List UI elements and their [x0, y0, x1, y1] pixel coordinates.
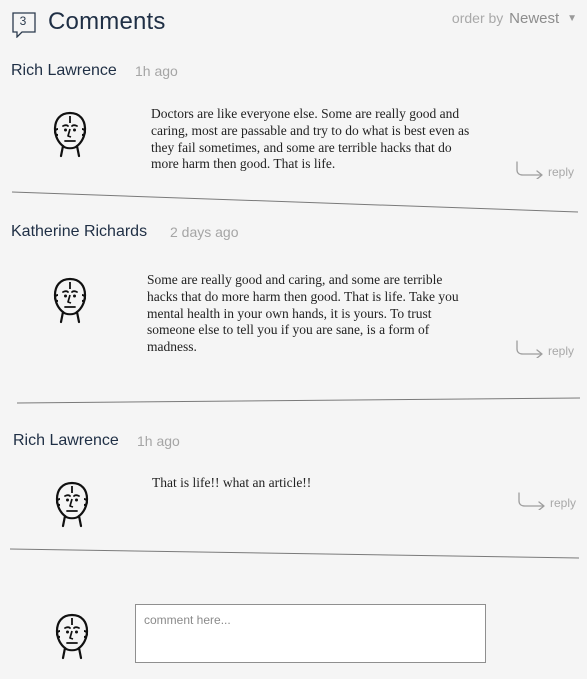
comment-time: 1h ago	[137, 433, 180, 449]
face-avatar-icon	[52, 480, 92, 528]
order-by-value[interactable]: Newest	[509, 10, 559, 27]
reply-arrow-icon	[517, 492, 547, 510]
comment-author[interactable]: Katherine Richards	[11, 223, 147, 241]
reply-arrow-icon	[515, 161, 545, 179]
comments-header: 3 Comments order by Newest ▼	[0, 0, 587, 44]
comment-input[interactable]	[135, 604, 486, 663]
page-title: Comments	[48, 8, 166, 35]
face-avatar-icon	[52, 612, 92, 660]
face-avatar-icon	[50, 110, 90, 158]
face-avatar-icon	[50, 276, 90, 324]
chevron-down-icon[interactable]: ▼	[567, 13, 577, 24]
reply-arrow-icon	[515, 340, 545, 358]
reply-label: reply	[548, 344, 575, 358]
comment-time: 1h ago	[135, 63, 178, 79]
comment-text: Doctors are like everyone else. Some are…	[151, 106, 470, 172]
sort-order-dropdown[interactable]: order by Newest ▼	[452, 10, 577, 27]
comment-author[interactable]: Rich Lawrence	[13, 432, 119, 450]
comment-text: Some are really good and caring, and som…	[147, 272, 459, 355]
reply-label: reply	[548, 165, 575, 179]
reply-label: reply	[550, 496, 577, 510]
comment-time: 2 days ago	[170, 224, 239, 240]
comment-author[interactable]: Rich Lawrence	[11, 62, 117, 80]
reply-button[interactable]: reply	[517, 492, 576, 510]
comment-text: That is life!! what an article!!	[152, 475, 312, 490]
order-by-label: order by	[451, 10, 504, 26]
reply-button[interactable]: reply	[515, 161, 574, 179]
comment-count-badge: 3	[12, 12, 36, 38]
reply-button[interactable]: reply	[515, 340, 574, 358]
comment-count: 3	[19, 14, 27, 28]
